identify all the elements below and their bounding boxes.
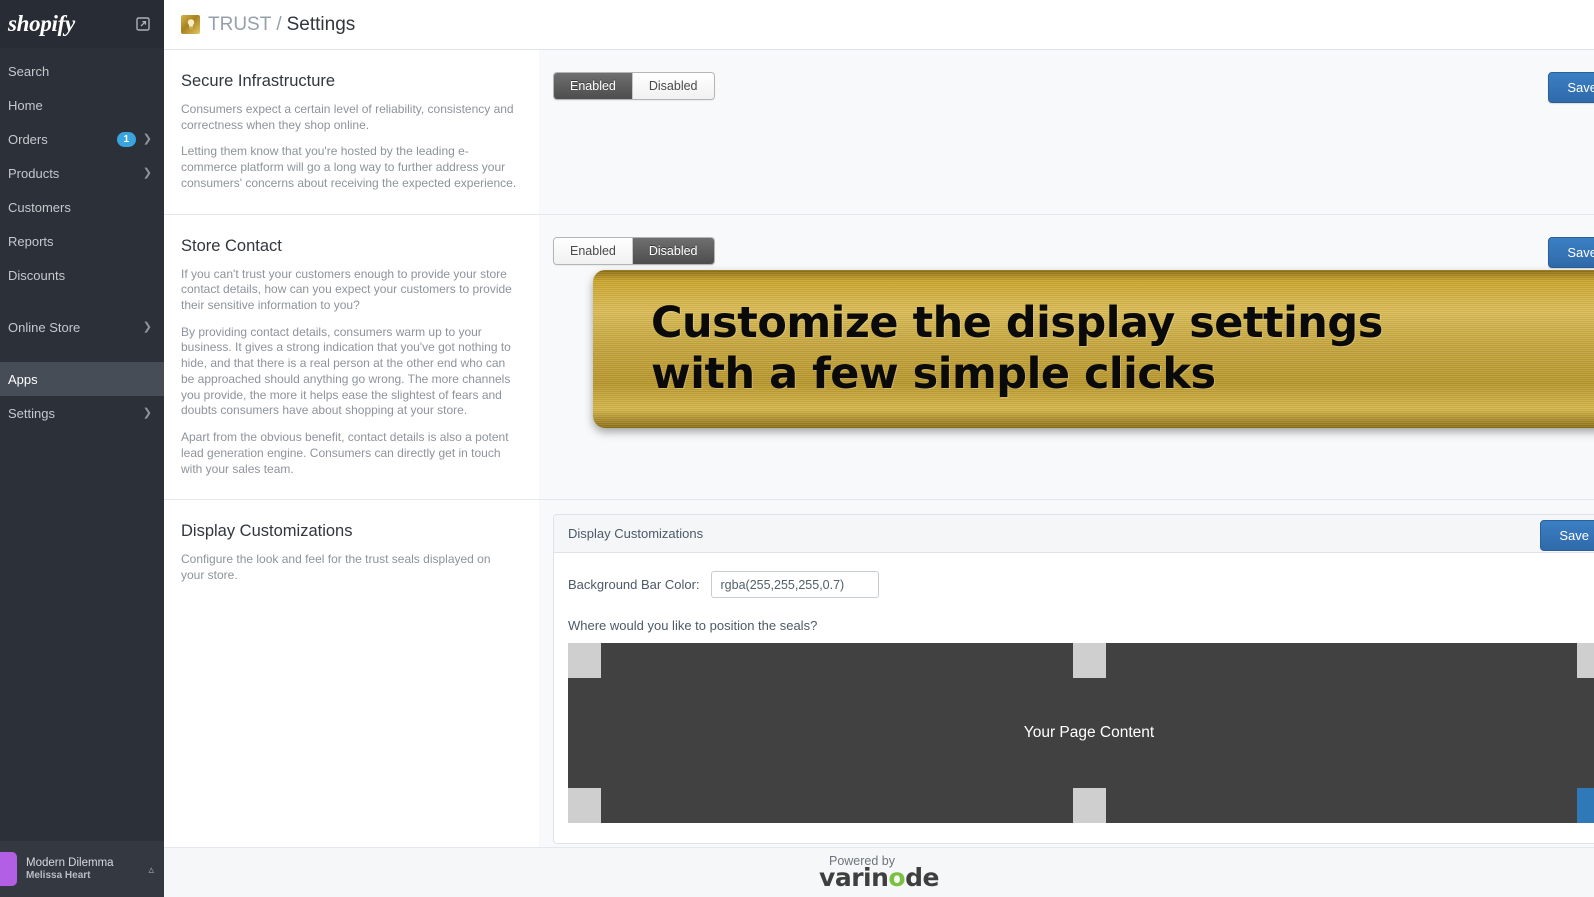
sidebar-item-label: Discounts — [8, 267, 66, 283]
sidebar-item-label: Home — [8, 97, 43, 113]
sidebar-divider — [0, 292, 164, 310]
save-button[interactable]: Save — [1548, 72, 1594, 103]
sidebar-item-settings[interactable]: Settings ❯ — [0, 396, 164, 430]
seal-position-selector: Your Page Content — [568, 643, 1594, 824]
sidebar-brand[interactable]: shopify — [0, 0, 164, 48]
position-option-bottom-right[interactable] — [1577, 788, 1594, 824]
sidebar-item-label: Apps — [8, 371, 38, 387]
section-store-contact: Store Contact If you can't trust your cu… — [164, 214, 1594, 501]
card-title: Display Customizations — [568, 526, 704, 542]
varinode-logo: varinode — [819, 865, 939, 890]
sidebar-item-online-store[interactable]: Online Store ❯ — [0, 310, 164, 344]
sidebar-item-search[interactable]: Search — [0, 54, 164, 88]
toggle-enabled-button[interactable]: Enabled — [554, 237, 632, 264]
sidebar-item-label: Search — [8, 63, 50, 79]
trust-shield-icon — [181, 15, 200, 34]
sidebar-item-orders[interactable]: Orders 1 ❯ — [0, 122, 164, 156]
sidebar-item-label: Online Store — [8, 319, 81, 335]
background-bar-color-row: Background Bar Color: — [568, 571, 1594, 599]
position-option-bottom-center[interactable] — [1073, 788, 1106, 824]
sidebar-user-menu[interactable]: Modern Dilemma Melissa Heart ▵ — [0, 841, 164, 897]
store-contact-toggle[interactable]: Enabled Disabled — [553, 236, 715, 265]
section-paragraph: Configure the look and feel for the trus… — [181, 552, 491, 582]
position-option-top-left[interactable] — [568, 643, 601, 679]
section-display-customizations: Display Customizations Configure the loo… — [164, 500, 1594, 865]
chevron-right-icon: ❯ — [142, 320, 152, 333]
stage-placeholder-text: Your Page Content — [1023, 724, 1155, 742]
section-controls: Enabled Disabled Save — [539, 50, 1594, 214]
section-title: Display Customizations — [181, 522, 353, 541]
sidebar: shopify Search Home Orders 1 ❯ Products … — [0, 0, 164, 897]
sidebar-item-customers[interactable]: Customers — [0, 190, 164, 224]
section-paragraph: Letting them know that you're hosted by … — [181, 144, 517, 190]
card-header: Display Customizations Save — [554, 515, 1594, 554]
page-title: Settings — [286, 13, 356, 35]
position-question-label: Where would you like to position the sea… — [568, 618, 818, 634]
user-name: Melissa Heart — [26, 869, 91, 881]
section-description: Store Contact If you can't trust your cu… — [164, 214, 539, 500]
position-option-top-center[interactable] — [1073, 643, 1106, 679]
display-customizations-card: Display Customizations Save Background B… — [553, 514, 1594, 845]
promo-banner-line1: Customize the display settings — [651, 297, 1383, 348]
chevron-right-icon: ❯ — [142, 132, 152, 145]
chevron-right-icon: ❯ — [142, 406, 152, 419]
external-link-icon[interactable] — [136, 17, 150, 31]
secure-infrastructure-toggle[interactable]: Enabled Disabled — [553, 72, 715, 100]
background-bar-color-label: Background Bar Color: — [568, 577, 700, 593]
section-paragraph: If you can't trust your customers enough… — [181, 266, 512, 313]
sidebar-item-apps[interactable]: Apps — [0, 362, 164, 396]
main-content: TRUST / Settings Secure Infrastructure C… — [164, 0, 1594, 897]
toggle-disabled-button[interactable]: Disabled — [631, 237, 714, 264]
section-controls: Display Customizations Save Background B… — [539, 500, 1594, 865]
sidebar-item-home[interactable]: Home — [0, 88, 164, 122]
section-description: Display Customizations Configure the loo… — [164, 500, 539, 865]
shopify-logo: shopify — [8, 11, 75, 36]
app-root: shopify Search Home Orders 1 ❯ Products … — [0, 0, 1594, 897]
section-title: Store Contact — [181, 236, 282, 255]
save-button[interactable]: Save — [1548, 236, 1594, 268]
section-title: Secure Infrastructure — [181, 72, 336, 90]
position-option-top-right[interactable] — [1577, 643, 1594, 679]
breadcrumb-separator: / — [276, 13, 282, 35]
sidebar-item-discounts[interactable]: Discounts — [0, 258, 164, 292]
background-bar-color-input[interactable] — [710, 571, 879, 599]
sidebar-nav: Search Home Orders 1 ❯ Products ❯ Custom… — [0, 48, 164, 430]
sidebar-item-label: Reports — [8, 233, 54, 249]
promo-banner-line2: with a few simple clicks — [651, 348, 1216, 399]
page-header: TRUST / Settings — [164, 0, 1594, 50]
section-paragraph: Consumers expect a certain level of reli… — [181, 102, 514, 132]
position-option-bottom-left[interactable] — [568, 788, 601, 824]
orders-count-badge: 1 — [116, 131, 136, 147]
sidebar-divider — [0, 344, 164, 362]
avatar — [0, 852, 17, 886]
sidebar-item-label: Orders — [8, 131, 48, 147]
sidebar-item-label: Settings — [8, 405, 55, 421]
section-description: Secure Infrastructure Consumers expect a… — [164, 50, 539, 214]
toggle-enabled-button[interactable]: Enabled — [554, 73, 632, 99]
sidebar-item-products[interactable]: Products ❯ — [0, 156, 164, 190]
save-button[interactable]: Save — [1540, 520, 1594, 552]
varinode-text-part1: varin — [819, 862, 889, 892]
store-name: Modern Dilemma — [26, 856, 114, 869]
sidebar-item-reports[interactable]: Reports — [0, 224, 164, 258]
varinode-o-glyph: o — [888, 862, 906, 892]
settings-scroll-area: Secure Infrastructure Consumers expect a… — [164, 50, 1594, 897]
section-controls: Enabled Disabled Save Customize the disp… — [539, 214, 1594, 500]
chevron-right-icon: ❯ — [142, 166, 152, 179]
footer: Powered by varinode — [164, 847, 1594, 897]
sidebar-item-label: Products — [8, 165, 60, 181]
sidebar-item-label: Customers — [8, 199, 71, 215]
chevron-up-icon[interactable]: ▵ — [148, 863, 154, 876]
section-secure-infrastructure: Secure Infrastructure Consumers expect a… — [164, 50, 1594, 215]
user-text: Modern Dilemma Melissa Heart — [26, 856, 148, 883]
section-paragraph: By providing contact details, consumers … — [181, 324, 511, 418]
card-body: Background Bar Color: Where would you li… — [554, 553, 1594, 839]
varinode-text-part2: de — [905, 862, 939, 892]
section-paragraph: Apart from the obvious benefit, contact … — [181, 430, 509, 476]
breadcrumb-app-name[interactable]: TRUST — [208, 14, 271, 36]
promo-banner: Customize the display settings with a fe… — [593, 269, 1594, 428]
toggle-disabled-button[interactable]: Disabled — [631, 73, 714, 99]
